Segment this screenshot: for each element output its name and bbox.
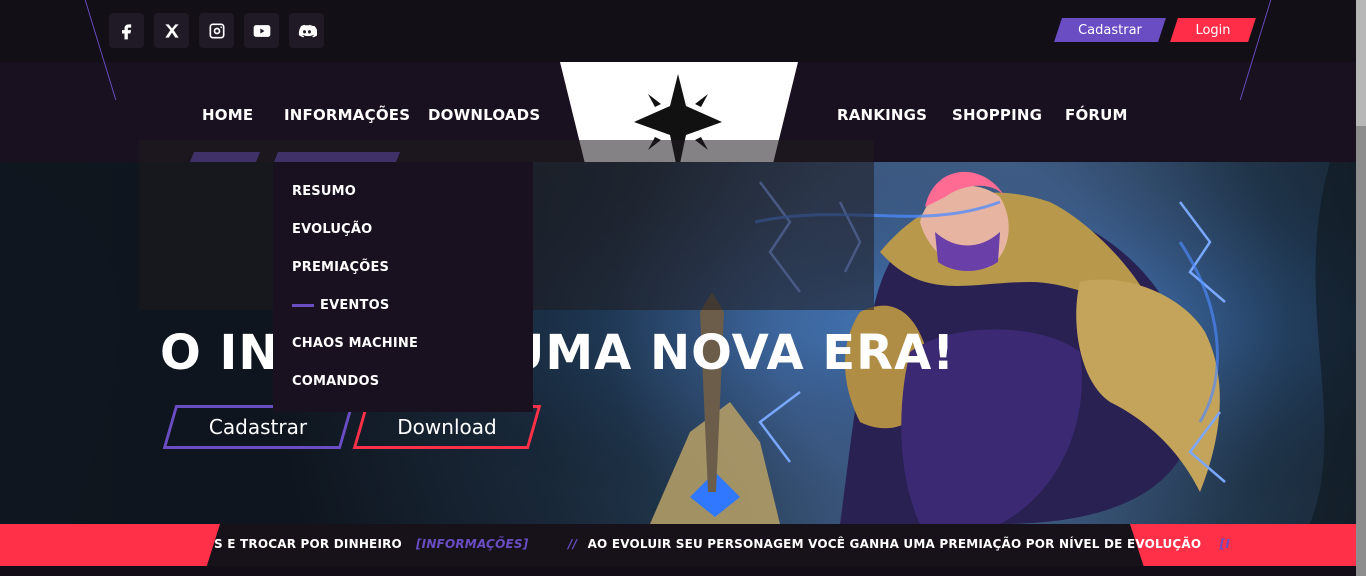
instagram-icon[interactable] [199,13,234,48]
info-dropdown-menu: RESUMO EVOLUÇÃO PREMIAÇÕES EVENTOS CHAOS… [273,162,533,412]
ticker-left-message: S E TROCAR POR DINHEIRO [INFORMAÇÕES] [214,537,528,551]
x-icon[interactable] [154,13,189,48]
discord-icon[interactable] [289,13,324,48]
ticker-separator: // [568,537,578,551]
dropdown-item-comandos[interactable]: COMANDOS [292,374,379,389]
dropdown-item-resumo[interactable]: RESUMO [292,184,356,199]
nav-informacoes[interactable]: INFORMAÇÕES [284,106,410,124]
login-button[interactable]: Login [1174,18,1252,42]
nav-shopping[interactable]: SHOPPING [952,106,1042,124]
dropdown-item-premiacoes[interactable]: PREMIAÇÕES [292,260,389,275]
ticker-right-text: AO EVOLUIR SEU PERSONAGEM VOCÊ GANHA UMA… [587,537,1202,551]
dropdown-item-chaos-machine[interactable]: CHAOS MACHINE [292,336,418,351]
active-item-indicator [292,304,314,307]
register-button[interactable]: Cadastrar [1058,18,1162,42]
ticker-left-tag[interactable]: [INFORMAÇÕES] [416,537,528,551]
nav-rankings[interactable]: RANKINGS [837,106,927,124]
dropdown-item-eventos[interactable]: EVENTOS [320,298,389,313]
ticker-right-tag[interactable]: [I [1220,537,1230,551]
facebook-icon[interactable] [109,13,144,48]
nav-home[interactable]: HOME [202,106,253,124]
nav-downloads[interactable]: DOWNLOADS [428,106,540,124]
ticker-left-text: S E TROCAR POR DINHEIRO [214,537,402,551]
ticker-right-message: // AO EVOLUIR SEU PERSONAGEM VOCÊ GANHA … [568,537,1230,551]
nav-forum[interactable]: FÓRUM [1065,106,1128,124]
scrollbar-thumb[interactable] [1356,0,1366,126]
youtube-icon[interactable] [244,13,279,48]
dropdown-item-evolucao[interactable]: EVOLUÇÃO [292,222,372,237]
